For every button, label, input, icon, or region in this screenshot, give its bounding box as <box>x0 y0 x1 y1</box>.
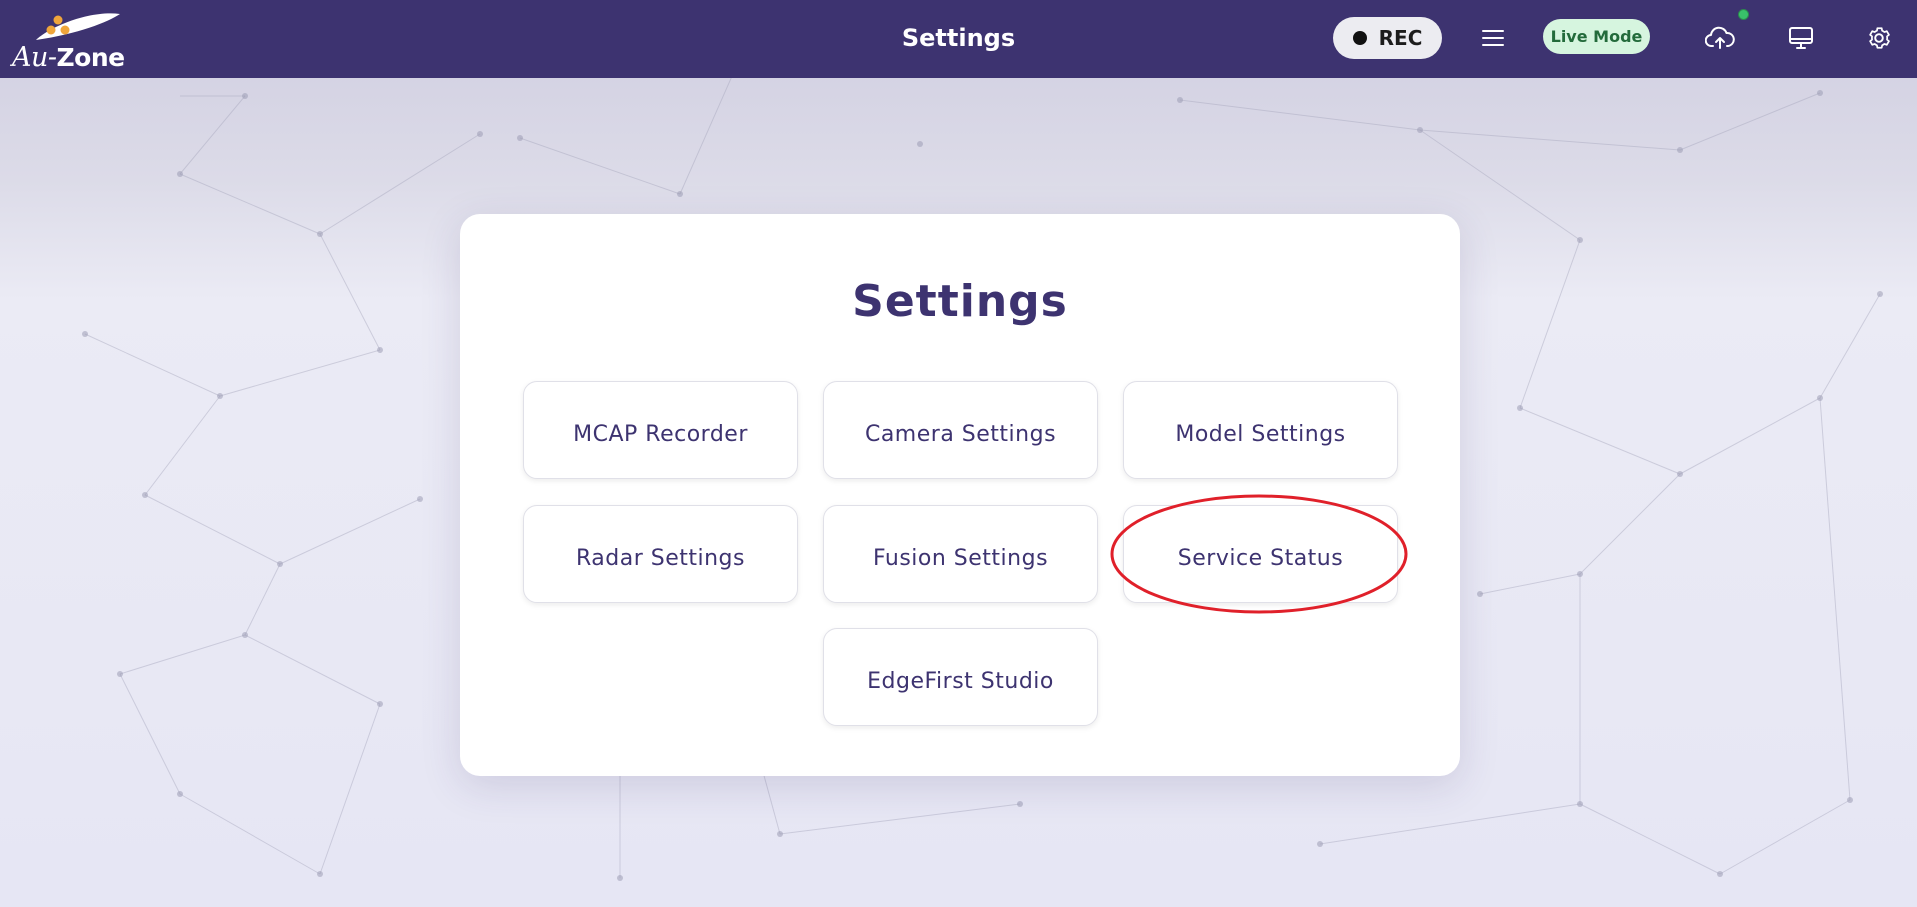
mcap-recorder-button[interactable]: MCAP Recorder <box>523 381 798 479</box>
model-settings-button[interactable]: Model Settings <box>1123 381 1398 479</box>
monitor-button[interactable] <box>1784 20 1818 56</box>
settings-heading: Settings <box>852 276 1068 327</box>
settings-card: Settings MCAP Recorder Camera Settings M… <box>460 214 1460 776</box>
au-zone-logo[interactable]: Au-Zone <box>8 6 133 73</box>
record-button[interactable]: REC <box>1333 17 1442 59</box>
camera-settings-button[interactable]: Camera Settings <box>823 381 1098 479</box>
cloud-upload-icon <box>1705 26 1735 49</box>
live-mode-badge[interactable]: Live Mode <box>1543 19 1650 54</box>
menu-button[interactable] <box>1477 22 1509 54</box>
edgefirst-studio-button[interactable]: EdgeFirst Studio <box>823 628 1098 726</box>
cloud-upload-button[interactable] <box>1700 20 1740 56</box>
radar-settings-button[interactable]: Radar Settings <box>523 505 798 603</box>
logo-text-prefix: Au- <box>12 42 57 73</box>
connection-status-dot <box>1738 9 1749 20</box>
top-bar: Au-Zone Settings REC Live Mode <box>0 0 1917 78</box>
service-status-button[interactable]: Service Status <box>1123 505 1398 603</box>
record-dot-icon <box>1352 31 1367 45</box>
gear-icon <box>1869 27 1890 49</box>
menu-icon <box>1482 30 1504 46</box>
logo-mark-icon <box>36 13 120 40</box>
logo-text-suffix: Zone <box>56 43 126 72</box>
monitor-icon <box>1789 27 1813 49</box>
logo-text: Au-Zone <box>12 42 125 73</box>
fusion-settings-button[interactable]: Fusion Settings <box>823 505 1098 603</box>
record-label: REC <box>1378 26 1423 50</box>
settings-button[interactable] <box>1862 20 1896 56</box>
